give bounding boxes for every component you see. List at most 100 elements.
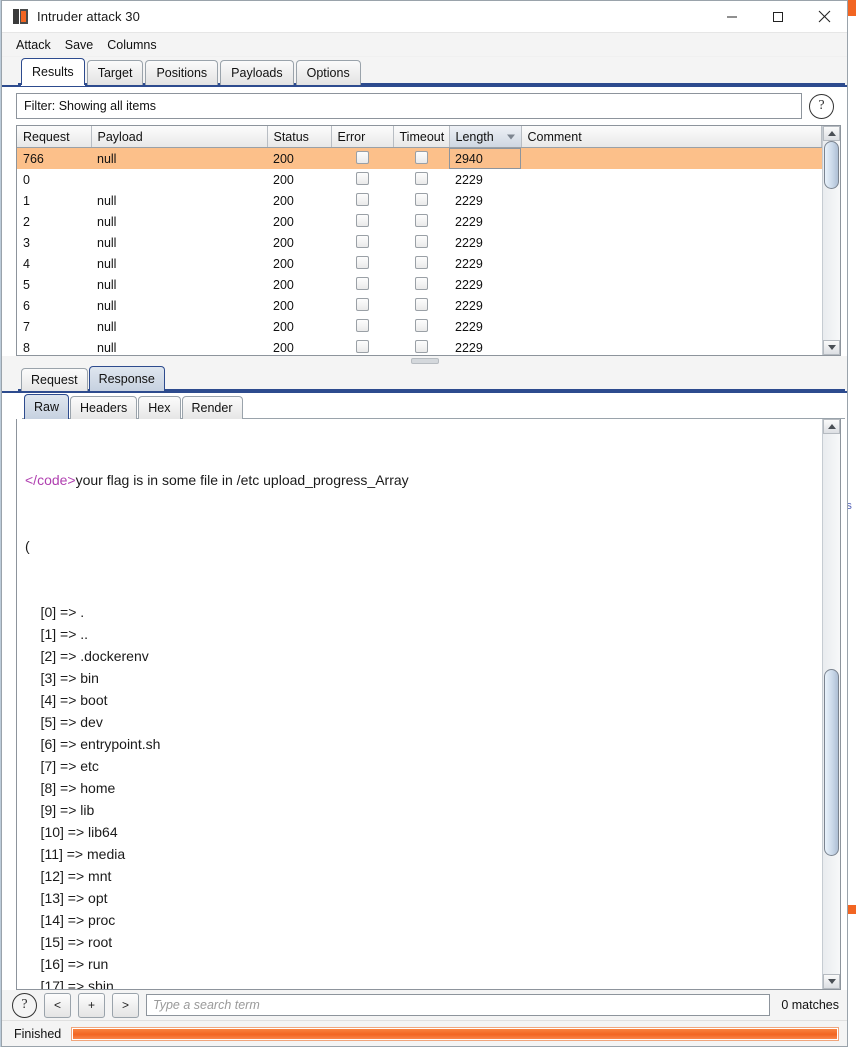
- column-header-payload[interactable]: Payload: [91, 126, 268, 148]
- tab-headers[interactable]: Headers: [70, 396, 138, 419]
- minimize-button[interactable]: [709, 1, 755, 32]
- table-row[interactable]: 3 null 200 2229: [17, 232, 822, 253]
- error-checkbox[interactable]: [355, 213, 369, 227]
- search-next-button[interactable]: >: [112, 992, 139, 1018]
- timeout-checkbox[interactable]: [414, 192, 428, 206]
- cell-length: 2940: [449, 147, 521, 169]
- cell-request: 6: [23, 298, 30, 313]
- response-scroll-down-arrow-icon[interactable]: [823, 974, 840, 989]
- search-help-icon[interactable]: ?: [12, 992, 37, 1018]
- response-body-text[interactable]: </code>your flag is in some file in /etc…: [17, 419, 822, 989]
- column-header-request[interactable]: Request: [17, 126, 92, 148]
- cell-status: 200: [273, 256, 294, 271]
- table-row[interactable]: 7 null 200 2229: [17, 316, 822, 337]
- error-checkbox[interactable]: [355, 192, 369, 206]
- tab-positions[interactable]: Positions: [145, 60, 219, 85]
- cell-timeout: [393, 190, 449, 211]
- tab-options[interactable]: Options: [295, 60, 361, 85]
- menu-bar: Attack Save Columns: [2, 33, 847, 57]
- cell-timeout: [393, 337, 449, 355]
- menu-item-save[interactable]: Save: [65, 38, 94, 52]
- response-scroll-up-arrow-icon[interactable]: [823, 419, 840, 434]
- table-row[interactable]: 766 null 200 2940: [17, 147, 822, 169]
- cell-status: 200: [273, 319, 294, 334]
- timeout-checkbox[interactable]: [414, 234, 428, 248]
- filter-help-icon[interactable]: ?: [809, 93, 834, 119]
- timeout-checkbox[interactable]: [414, 255, 428, 269]
- table-row[interactable]: 1 null 200 2229: [17, 190, 822, 211]
- search-matches-count: 0 matches: [781, 998, 839, 1012]
- error-checkbox[interactable]: [355, 171, 369, 185]
- cell-comment: [521, 274, 822, 295]
- search-prev-button[interactable]: <: [44, 992, 71, 1018]
- tab-response[interactable]: Response: [88, 366, 165, 391]
- cell-error: [331, 337, 393, 355]
- search-add-button[interactable]: +: [78, 992, 105, 1018]
- results-scroll-track[interactable]: [823, 141, 840, 340]
- cell-length: 2229: [455, 235, 483, 250]
- error-checkbox[interactable]: [355, 255, 369, 269]
- response-scroll-track[interactable]: [823, 434, 840, 974]
- cell-payload: null: [97, 256, 117, 271]
- error-checkbox[interactable]: [355, 276, 369, 290]
- cell-error: [331, 232, 393, 253]
- timeout-checkbox[interactable]: [414, 150, 428, 164]
- error-checkbox[interactable]: [355, 234, 369, 248]
- attack-progress-fill: [73, 1028, 837, 1039]
- tab-results[interactable]: Results: [21, 58, 85, 85]
- timeout-checkbox[interactable]: [414, 276, 428, 290]
- menu-item-attack[interactable]: Attack: [16, 38, 51, 52]
- cell-error: [331, 316, 393, 337]
- column-header-length[interactable]: Length: [449, 126, 522, 148]
- table-row[interactable]: 4 null 200 2229: [17, 253, 822, 274]
- tab-payloads[interactable]: Payloads: [220, 60, 294, 85]
- timeout-checkbox[interactable]: [414, 339, 428, 353]
- scroll-down-arrow-icon[interactable]: [823, 340, 840, 355]
- cell-error: [331, 253, 393, 274]
- results-vertical-scrollbar[interactable]: [822, 126, 840, 355]
- table-row[interactable]: 5 null 200 2229: [17, 274, 822, 295]
- table-row[interactable]: 6 null 200 2229: [17, 295, 822, 316]
- cell-length: 2229: [455, 172, 483, 187]
- response-array-entry: [12] => mnt: [25, 868, 112, 884]
- response-vertical-scrollbar[interactable]: [822, 419, 840, 989]
- table-row[interactable]: 0 200 2229: [17, 169, 822, 190]
- filter-bar[interactable]: Filter: Showing all items: [16, 93, 802, 119]
- close-button[interactable]: [801, 1, 847, 32]
- tab-render[interactable]: Render: [181, 396, 243, 419]
- error-checkbox[interactable]: [355, 297, 369, 311]
- table-row[interactable]: 8 null 200 2229: [17, 337, 822, 355]
- cell-length: 2229: [455, 193, 483, 208]
- tab-hex[interactable]: Hex: [138, 396, 181, 419]
- cell-status: 200: [273, 172, 294, 187]
- timeout-checkbox[interactable]: [414, 318, 428, 332]
- maximize-button[interactable]: [755, 1, 801, 32]
- cell-status: 200: [273, 298, 294, 313]
- results-scroll-thumb[interactable]: [824, 141, 839, 189]
- column-header-timeout[interactable]: Timeout: [393, 126, 450, 148]
- response-array-entry: [13] => opt: [25, 890, 108, 906]
- timeout-checkbox[interactable]: [414, 171, 428, 185]
- cell-error: [331, 190, 393, 211]
- timeout-checkbox[interactable]: [414, 297, 428, 311]
- column-header-comment[interactable]: Comment: [521, 126, 822, 148]
- scroll-up-arrow-icon[interactable]: [823, 126, 840, 141]
- cell-length: 2229: [455, 214, 483, 229]
- tab-request[interactable]: Request: [21, 368, 88, 391]
- tab-raw[interactable]: Raw: [24, 394, 70, 419]
- column-header-status[interactable]: Status: [267, 126, 332, 148]
- error-checkbox[interactable]: [355, 318, 369, 332]
- error-checkbox[interactable]: [355, 150, 369, 164]
- cell-payload: [91, 169, 267, 190]
- panel-splitter[interactable]: [2, 356, 847, 365]
- response-scroll-thumb[interactable]: [824, 669, 839, 856]
- cell-timeout: [393, 316, 449, 337]
- table-row[interactable]: 2 null 200 2229: [17, 211, 822, 232]
- timeout-checkbox[interactable]: [414, 213, 428, 227]
- menu-item-columns[interactable]: Columns: [107, 38, 156, 52]
- splitter-grip[interactable]: [410, 357, 439, 364]
- tab-target[interactable]: Target: [86, 60, 144, 85]
- column-header-error[interactable]: Error: [331, 126, 394, 148]
- error-checkbox[interactable]: [355, 339, 369, 353]
- search-input[interactable]: Type a search term: [146, 994, 771, 1016]
